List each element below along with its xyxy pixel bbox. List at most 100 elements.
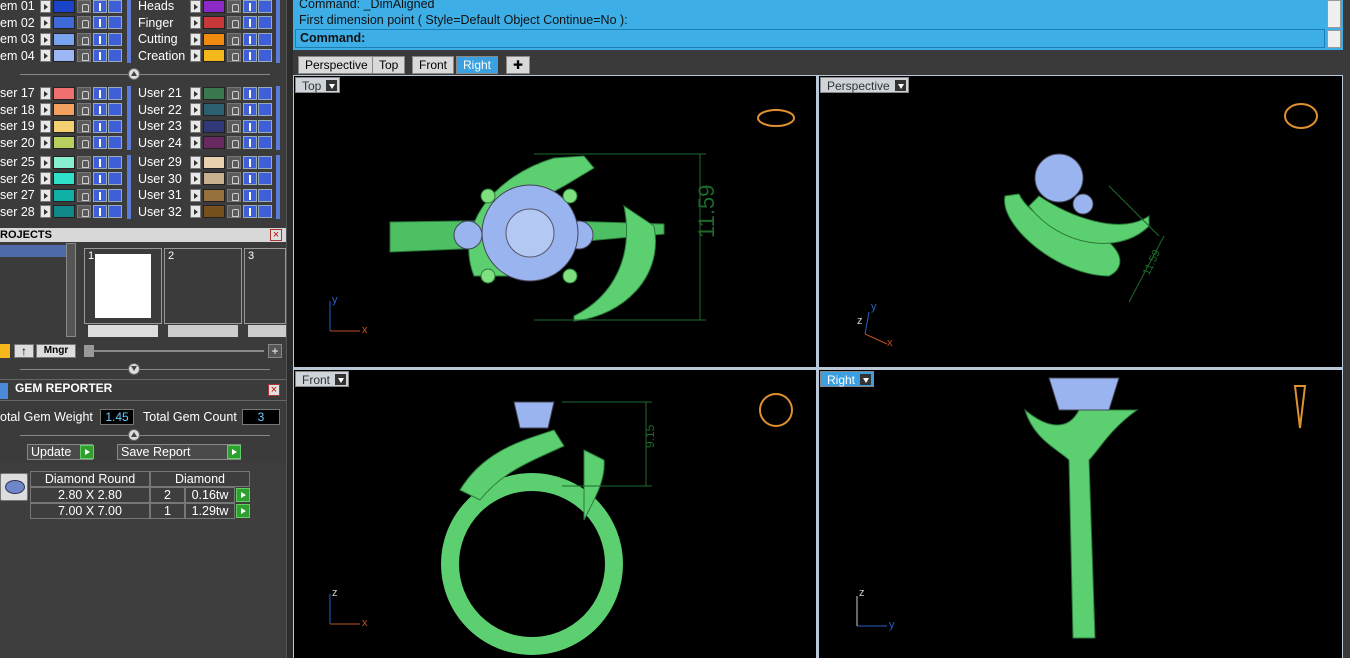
manager-button[interactable]: Mngr [36, 344, 76, 358]
expand-icon[interactable] [40, 205, 51, 218]
visibility-icon[interactable] [93, 86, 107, 100]
layer-color-swatch[interactable] [203, 172, 225, 185]
project-slot-3[interactable]: 3 [244, 248, 286, 324]
visibility-icon[interactable] [93, 32, 107, 46]
layer-row[interactable]: Cutting [138, 31, 272, 47]
layer-color-swatch[interactable] [53, 136, 75, 149]
layer-color-swatch[interactable] [203, 188, 225, 202]
render-toggle-icon[interactable] [108, 119, 122, 133]
lock-icon[interactable] [77, 136, 91, 149]
visibility-icon[interactable] [243, 86, 257, 100]
lock-icon[interactable] [227, 0, 241, 13]
lock-icon[interactable] [227, 172, 241, 185]
viewport-perspective[interactable]: 11.59 x y z Perspective [819, 76, 1342, 367]
layer-color-swatch[interactable] [203, 155, 225, 169]
layer-row[interactable]: ser 25 [0, 154, 122, 170]
layer-row[interactable]: em 01 [0, 0, 122, 14]
add-tab-button[interactable]: ✚ [506, 56, 531, 74]
expand-icon[interactable] [40, 86, 51, 100]
save-arrow-icon[interactable] [227, 445, 241, 459]
lock-icon[interactable] [227, 32, 241, 46]
visibility-icon[interactable] [243, 119, 257, 133]
render-toggle-icon[interactable] [258, 0, 272, 13]
expand-icon[interactable] [190, 103, 201, 116]
layer-color-swatch[interactable] [53, 172, 75, 185]
visibility-icon[interactable] [243, 172, 257, 185]
layer-color-swatch[interactable] [203, 0, 225, 13]
expand-icon[interactable] [190, 205, 201, 218]
render-toggle-icon[interactable] [108, 188, 122, 202]
view-cube-icon[interactable] [1284, 103, 1318, 129]
visibility-icon[interactable] [243, 103, 257, 116]
expand-icon[interactable] [40, 119, 51, 133]
visibility-icon[interactable] [93, 0, 107, 13]
visibility-icon[interactable] [93, 188, 107, 202]
expand-icon[interactable] [40, 172, 51, 185]
viewport-front[interactable]: 9.15 x z Front [294, 370, 816, 658]
render-toggle-icon[interactable] [258, 155, 272, 169]
visibility-icon[interactable] [243, 136, 257, 149]
lock-icon[interactable] [227, 49, 241, 62]
render-toggle-icon[interactable] [258, 119, 272, 133]
collapse-knob[interactable] [128, 429, 140, 441]
visibility-icon[interactable] [93, 16, 107, 29]
expand-icon[interactable] [190, 32, 201, 46]
render-toggle-icon[interactable] [108, 103, 122, 116]
slot-2-actions[interactable] [168, 325, 238, 337]
layer-row[interactable]: ser 28 [0, 204, 122, 220]
panel-splitter[interactable] [286, 0, 293, 658]
project-list-selected[interactable] [0, 245, 66, 257]
viewport-title-top[interactable]: Top [295, 77, 341, 93]
visibility-icon[interactable] [243, 16, 257, 29]
row-select-icon[interactable] [236, 488, 250, 502]
layer-row[interactable]: User 21 [138, 85, 272, 101]
viewport-title-perspective[interactable]: Perspective [820, 77, 909, 93]
layer-color-swatch[interactable] [53, 205, 75, 218]
layer-row[interactable]: User 23 [138, 118, 272, 134]
layer-row[interactable]: Finger [138, 15, 272, 31]
layer-color-swatch[interactable] [203, 16, 225, 29]
lock-icon[interactable] [227, 103, 241, 116]
expand-icon[interactable] [190, 49, 201, 62]
save-report-button[interactable]: Save Report [117, 444, 241, 460]
layer-row[interactable]: User 29 [138, 154, 272, 170]
expand-icon[interactable] [190, 86, 201, 100]
visibility-icon[interactable] [93, 119, 107, 133]
lock-icon[interactable] [77, 0, 91, 13]
visibility-icon[interactable] [243, 188, 257, 202]
layer-color-swatch[interactable] [203, 103, 225, 116]
zoom-slider-handle[interactable] [84, 345, 94, 357]
render-toggle-icon[interactable] [258, 86, 272, 100]
visibility-icon[interactable] [93, 155, 107, 169]
layer-color-swatch[interactable] [53, 0, 75, 13]
view-cube-icon[interactable] [1293, 385, 1307, 429]
layer-row[interactable]: User 22 [138, 102, 272, 118]
render-toggle-icon[interactable] [258, 103, 272, 116]
project-slot-2[interactable]: 2 [164, 248, 242, 324]
layer-color-swatch[interactable] [53, 103, 75, 116]
tab-right[interactable]: Right [456, 56, 499, 74]
add-button[interactable]: + [268, 344, 282, 358]
layer-row[interactable]: User 24 [138, 135, 272, 151]
render-toggle-icon[interactable] [108, 32, 122, 46]
render-toggle-icon[interactable] [108, 86, 122, 100]
slot-1-actions[interactable] [88, 325, 158, 337]
layer-color-swatch[interactable] [53, 155, 75, 169]
row-select-icon[interactable] [236, 504, 250, 518]
render-toggle-icon[interactable] [108, 0, 122, 13]
layer-row[interactable]: ser 26 [0, 171, 122, 187]
layer-row[interactable]: ser 18 [0, 102, 122, 118]
layer-row[interactable]: Heads [138, 0, 272, 14]
render-toggle-icon[interactable] [258, 136, 272, 149]
lock-icon[interactable] [227, 155, 241, 169]
lock-icon[interactable] [77, 205, 91, 218]
visibility-icon[interactable] [243, 49, 257, 62]
view-cube-icon[interactable] [757, 109, 795, 127]
expand-icon[interactable] [190, 16, 201, 29]
visibility-icon[interactable] [243, 32, 257, 46]
render-toggle-icon[interactable] [258, 49, 272, 62]
visibility-icon[interactable] [93, 136, 107, 149]
expand-icon[interactable] [40, 0, 51, 13]
render-toggle-icon[interactable] [258, 188, 272, 202]
lock-icon[interactable] [227, 188, 241, 202]
